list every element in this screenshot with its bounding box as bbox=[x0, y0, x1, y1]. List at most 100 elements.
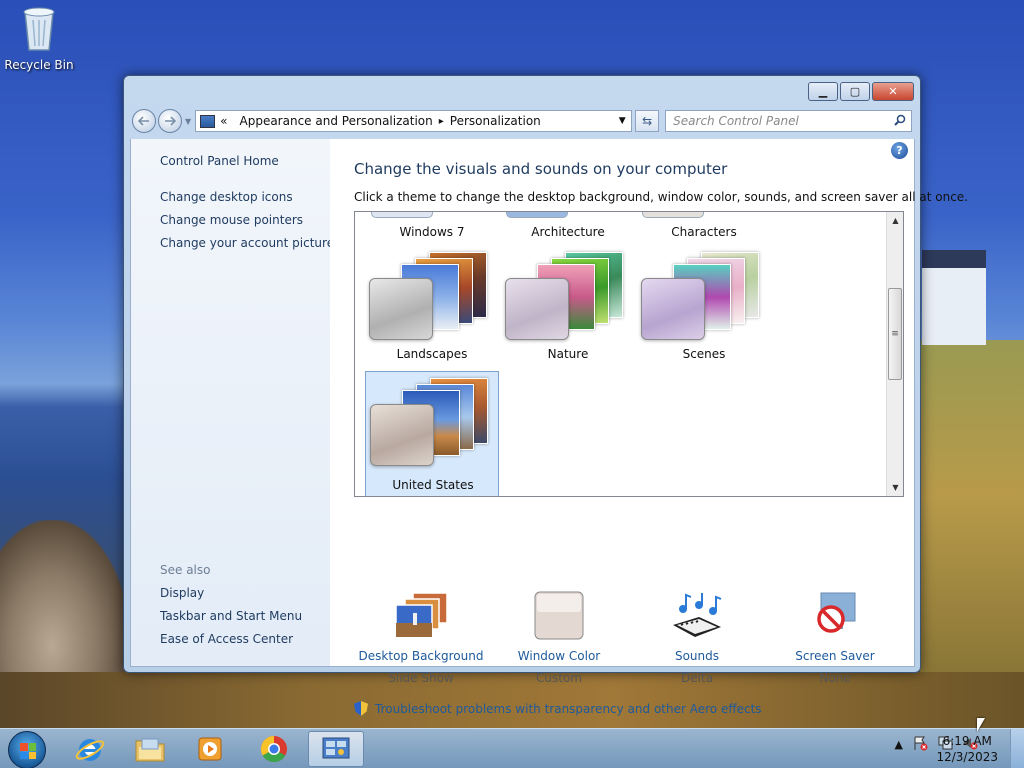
refresh-icon: ⇆ bbox=[642, 114, 653, 128]
theme-thumb-windows7[interactable] bbox=[371, 212, 433, 218]
show-hidden-icons-button[interactable]: ▲ bbox=[895, 738, 903, 751]
personalization-window: ▁ ▢ ✕ ▼ « Appearance and Personalization… bbox=[123, 75, 968, 716]
theme-nature[interactable]: Nature bbox=[501, 246, 635, 366]
screen-saver-icon bbox=[807, 591, 863, 641]
sounds-button[interactable]: Sounds Delta bbox=[629, 591, 765, 685]
search-icon[interactable] bbox=[889, 114, 911, 129]
troubleshoot-aero-link[interactable]: Troubleshoot problems with transparency … bbox=[354, 701, 762, 716]
action-center-flag-icon[interactable] bbox=[912, 735, 928, 754]
screen-saver-value: None bbox=[819, 671, 851, 685]
theme-label-nature[interactable]: Nature bbox=[501, 347, 635, 361]
show-desktop-button[interactable] bbox=[1010, 729, 1024, 768]
internet-explorer-icon bbox=[75, 739, 105, 761]
theme-list-scrollbar[interactable]: ▲ ≡ ▼ bbox=[886, 212, 903, 496]
desktop-background-value: Slide Show bbox=[388, 671, 454, 685]
minimize-button[interactable]: ▁ bbox=[808, 82, 838, 101]
desktop-background-icon bbox=[393, 591, 449, 641]
theme-scenes[interactable]: Scenes bbox=[637, 246, 771, 366]
start-button[interactable] bbox=[8, 731, 46, 768]
search-box[interactable] bbox=[665, 110, 912, 132]
address-field[interactable]: « Appearance and Personalization ▸ Perso… bbox=[195, 110, 633, 132]
breadcrumb-separator[interactable]: ▸ bbox=[439, 116, 444, 127]
system-clock[interactable]: 6:19 AM 12/3/2023 bbox=[936, 733, 998, 765]
sounds-icon bbox=[669, 591, 725, 641]
recycle-bin-icon bbox=[19, 6, 59, 52]
address-bar: ▼ « Appearance and Personalization ▸ Per… bbox=[132, 108, 912, 134]
theme-label-scenes[interactable]: Scenes bbox=[637, 347, 771, 361]
taskbar-control-panel[interactable] bbox=[308, 731, 364, 767]
screen-saver-label[interactable]: Screen Saver bbox=[767, 649, 903, 663]
scroll-thumb[interactable]: ≡ bbox=[888, 288, 902, 380]
page-description: Click a theme to change the desktop back… bbox=[354, 190, 968, 204]
address-chevron[interactable]: « bbox=[220, 114, 227, 128]
folder-icon bbox=[135, 738, 165, 762]
breadcrumb-appearance[interactable]: Appearance and Personalization bbox=[240, 114, 433, 128]
recycle-bin-desktop-icon[interactable]: Recycle Bin bbox=[4, 6, 74, 72]
ease-of-access-link[interactable]: Ease of Access Center bbox=[160, 632, 293, 646]
mouse-cursor-icon bbox=[977, 718, 985, 732]
change-mouse-pointers-link[interactable]: Change mouse pointers bbox=[160, 213, 303, 227]
taskbar-internet-explorer[interactable] bbox=[62, 731, 118, 767]
troubleshoot-aero-text[interactable]: Troubleshoot problems with transparency … bbox=[375, 702, 762, 716]
change-account-picture-link[interactable]: Change your account picture bbox=[160, 236, 334, 250]
scroll-down-arrow-icon[interactable]: ▼ bbox=[887, 479, 903, 496]
desktop-wallpaper-house bbox=[922, 250, 986, 345]
united-states-color-swatch bbox=[370, 404, 434, 466]
display-link[interactable]: Display bbox=[160, 586, 204, 600]
forward-button[interactable] bbox=[158, 109, 182, 133]
control-panel-icon bbox=[322, 737, 350, 759]
theme-thumb-characters[interactable] bbox=[642, 212, 704, 218]
desktop-background-label[interactable]: Desktop Background bbox=[353, 649, 489, 663]
window-color-button[interactable]: Window Color Custom bbox=[491, 591, 627, 685]
theme-landscapes[interactable]: Landscapes bbox=[365, 246, 499, 366]
screen-saver-button[interactable]: Screen Saver None bbox=[767, 591, 903, 685]
forward-arrow-icon bbox=[165, 116, 176, 126]
window-color-icon bbox=[531, 591, 587, 641]
window-color-label[interactable]: Window Color bbox=[491, 649, 627, 663]
nature-color-swatch bbox=[505, 278, 569, 340]
theme-label-characters[interactable]: Characters bbox=[637, 225, 771, 239]
scroll-up-arrow-icon[interactable]: ▲ bbox=[887, 212, 903, 229]
uac-shield-icon bbox=[354, 701, 368, 716]
taskbar-chrome[interactable] bbox=[246, 731, 302, 767]
theme-label-united-states[interactable]: United States bbox=[366, 478, 500, 492]
window-controls: ▁ ▢ ✕ bbox=[808, 82, 914, 101]
taskbar-media-player[interactable] bbox=[182, 731, 238, 767]
sounds-label[interactable]: Sounds bbox=[629, 649, 765, 663]
theme-label-landscapes[interactable]: Landscapes bbox=[365, 347, 499, 361]
theme-list[interactable]: Windows 7 Architecture Characters Landsc… bbox=[354, 211, 904, 497]
clock-time: 6:19 AM bbox=[942, 734, 992, 748]
maximize-button[interactable]: ▢ bbox=[840, 82, 870, 101]
desktop-background-button[interactable]: Desktop Background Slide Show bbox=[353, 591, 489, 685]
address-dropdown-icon[interactable]: ▼ bbox=[613, 116, 631, 126]
theme-label-architecture[interactable]: Architecture bbox=[501, 225, 635, 239]
recycle-bin-label: Recycle Bin bbox=[4, 58, 74, 72]
media-player-icon bbox=[198, 737, 222, 761]
change-desktop-icons-link[interactable]: Change desktop icons bbox=[160, 190, 293, 204]
page-title: Change the visuals and sounds on your co… bbox=[354, 160, 728, 178]
refresh-button[interactable]: ⇆ bbox=[635, 110, 660, 132]
back-button[interactable] bbox=[132, 109, 156, 133]
chrome-icon bbox=[260, 735, 287, 763]
taskbar-file-explorer[interactable] bbox=[122, 731, 178, 767]
theme-thumb-architecture[interactable] bbox=[506, 212, 568, 218]
close-button[interactable]: ✕ bbox=[872, 82, 914, 101]
clock-date: 12/3/2023 bbox=[936, 750, 998, 764]
back-arrow-icon bbox=[138, 116, 149, 126]
window-color-value: Custom bbox=[536, 671, 582, 685]
control-panel-home-link[interactable]: Control Panel Home bbox=[160, 154, 279, 168]
taskbar-start-menu-link[interactable]: Taskbar and Start Menu bbox=[160, 609, 302, 623]
sounds-value: Delta bbox=[680, 671, 713, 685]
see-also-heading: See also bbox=[160, 563, 211, 577]
control-panel-icon bbox=[200, 114, 216, 128]
breadcrumb-personalization[interactable]: Personalization bbox=[450, 114, 541, 128]
recent-pages-dropdown[interactable]: ▼ bbox=[185, 117, 191, 126]
theme-label-windows7[interactable]: Windows 7 bbox=[365, 225, 499, 239]
theme-united-states[interactable]: United States bbox=[365, 371, 500, 496]
scenes-color-swatch bbox=[641, 278, 705, 340]
main-content: ? Change the visuals and sounds on your … bbox=[330, 139, 968, 716]
search-input[interactable] bbox=[673, 114, 889, 128]
help-button[interactable]: ? bbox=[891, 142, 908, 159]
task-pane: Control Panel Home Change desktop icons … bbox=[130, 139, 334, 667]
taskbar: ▲ 6:19 AM 12/3/2023 bbox=[0, 728, 1024, 768]
